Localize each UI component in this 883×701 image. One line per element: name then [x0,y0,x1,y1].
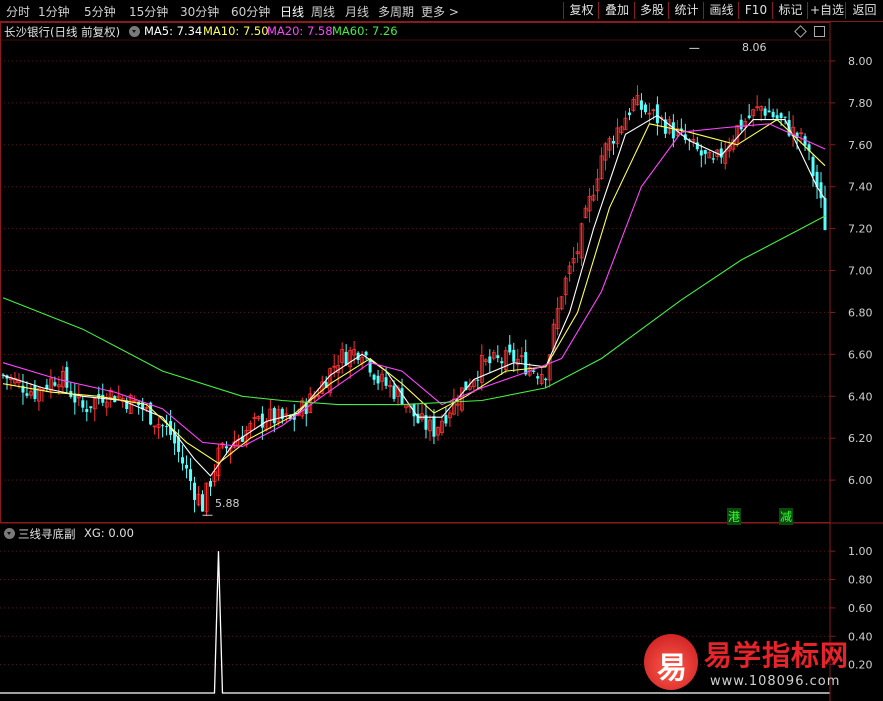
candle-body-down [500,361,504,364]
reduce-marker[interactable]: 减 [779,508,794,525]
sub-y-tick-label: 1.00 [848,545,873,558]
hk-marker[interactable]: 港 [727,508,742,525]
main-y-tick-label: 6.20 [848,432,873,445]
candle-body-down [272,408,276,424]
candle-body-down [627,112,631,116]
candle-body-down [344,351,348,366]
sub-y-tick-label: 0.60 [848,602,873,615]
ma-line-ma60 [2,215,826,406]
main-y-tick-label: 7.60 [848,139,873,152]
candle-body-down [85,409,89,413]
candle-body-down [655,104,659,124]
candle-body-down [260,413,264,428]
candle-body-down [432,416,436,437]
candle-body-down [536,376,540,379]
high-price-label: 8.06 [742,41,767,54]
main-y-tick-label: 7.00 [848,265,873,278]
main-y-tick-label: 7.80 [848,97,873,110]
candle-body-down [384,377,388,386]
candle-body-down [767,110,771,113]
candle-body-down [639,100,643,110]
main-y-tick-label: 7.20 [848,223,873,236]
sub-y-tick-label: 0.80 [848,574,873,587]
candle-body-down [532,370,536,372]
candle-body-down [376,375,380,384]
candle-body-down [747,115,751,119]
candle-body-down [711,158,715,160]
main-panel-border [0,22,831,523]
candle-body-down [208,481,212,487]
sub-indicator-legend: XG: 0.00 [84,526,134,540]
watermark-logo-char: 易 [657,651,687,686]
candle-body-down [392,385,396,399]
low-price-label: 5.88 [215,497,240,510]
candle-body-down [544,378,548,381]
candle-body-down [763,108,767,116]
candle-body-down [25,393,29,396]
sub-indicator-title: 三线寻底副 [18,527,76,541]
candle-body-down [771,111,775,118]
candles-group [1,85,827,517]
kline-chart: 8.00 7.80 7.60 7.40 7.20 7.00 6.80 6.60 6.40 6.20… [0,22,883,701]
candle-body-down [699,150,703,156]
sub-dropdown-circle-icon[interactable] [4,528,15,539]
candle-body-down [783,116,787,118]
candle-body-down [149,402,153,425]
watermark: 易 易学指标网 www.108096.com [640,632,876,698]
main-y-tick-label: 8.00 [848,55,873,68]
watermark-logo: 易 [644,634,698,690]
candle-body-down [193,482,197,500]
candle-body-down [81,400,85,408]
candle-body-down [703,150,707,154]
main-y-tick-label: 6.80 [848,306,873,319]
candle-body-down [33,385,37,399]
window-toggle-icon[interactable] [814,26,825,37]
candle-body-down [811,156,815,176]
main-y-tick-label: 6.00 [848,474,873,487]
candle-body-down [224,446,228,449]
candle-body-down [372,374,376,380]
candle-body-down [671,122,675,139]
chart-frame [0,22,883,701]
candle-body-down [89,406,93,409]
candle-body-down [524,352,528,375]
candle-body-down [508,344,512,353]
candle-body-down [775,115,779,119]
main-y-tick-label: 6.40 [848,390,873,403]
candle-body-down [165,426,169,428]
candle-body-down [819,182,823,199]
candle-body-down [364,351,368,356]
candle-body-down [444,415,448,424]
candle-body-down [512,349,516,362]
main-y-tick-label: 7.40 [848,181,873,194]
candle-body-down [739,119,743,130]
candle-body-down [65,367,69,388]
candle-body-down [53,382,57,386]
candle-body-down [181,457,185,464]
ma-lines-group [2,47,826,516]
candle-body-down [185,464,189,469]
candle-body-down [488,356,492,364]
candle-body-down [476,379,480,381]
main-y-tick-label: 6.60 [848,348,873,361]
candle-body-down [368,359,372,373]
watermark-url: www.108096.com [710,674,841,689]
watermark-site-name: 易学指标网 [704,639,850,672]
candle-body-down [201,494,205,512]
candle-body-down [189,469,193,482]
candle-body-down [823,198,827,231]
candle-body-down [643,104,647,113]
candle-body-down [612,140,616,144]
candle-body-down [719,148,723,158]
candle-body-down [161,425,165,427]
candle-body-down [779,113,783,119]
candle-body-down [496,355,500,359]
